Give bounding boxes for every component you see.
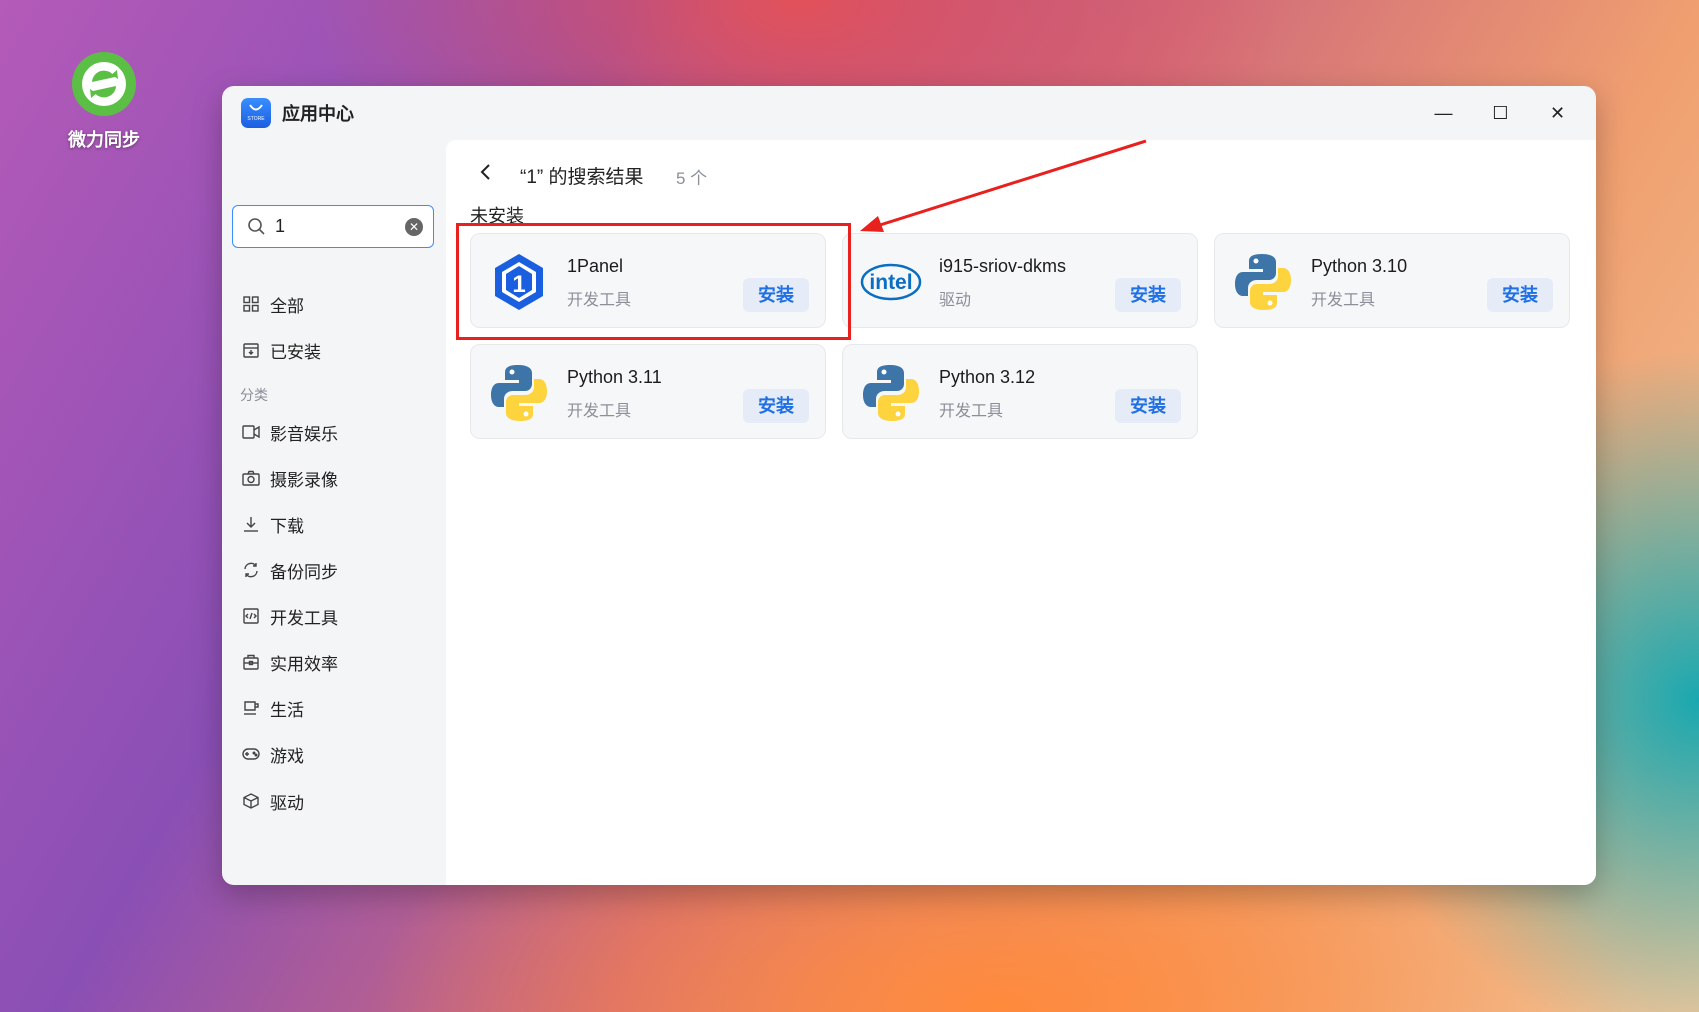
close-button[interactable]: ✕ (1529, 96, 1586, 130)
grid-icon (242, 295, 260, 313)
app-card-python-3-10[interactable]: Python 3.10 开发工具 安装 (1214, 233, 1570, 328)
sync-app-icon (72, 52, 136, 116)
sidebar-item-label: 开发工具 (270, 608, 338, 628)
search-icon (248, 217, 265, 235)
desktop-shortcut-weili-sync[interactable]: 微力同步 (64, 52, 144, 152)
sync-icon (242, 561, 260, 579)
sidebar-item-label: 摄影录像 (270, 470, 338, 490)
code-icon (242, 607, 260, 625)
sidebar-item-label: 驱动 (270, 793, 304, 813)
app-category: 开发工具 (1311, 292, 1376, 309)
window-title: 应用中心 (282, 104, 354, 124)
app-card-i915-sriov-dkms[interactable]: intel i915-sriov-dkms 驱动 安装 (842, 233, 1198, 328)
python-logo-icon (1231, 250, 1295, 314)
sidebar-item-label: 游戏 (270, 746, 304, 766)
camera-icon (242, 469, 260, 487)
clear-search-icon[interactable]: ✕ (405, 218, 423, 236)
app-name: Python 3.10 (1311, 256, 1408, 276)
sidebar-item-label: 下载 (270, 516, 304, 536)
python-logo-icon (859, 361, 923, 425)
sidebar-item-backup[interactable]: 备份同步 (242, 555, 338, 585)
sidebar-item-photo[interactable]: 摄影录像 (242, 463, 338, 493)
intel-logo-icon: intel (859, 250, 923, 314)
sidebar-item-installed[interactable]: 已安装 (242, 335, 321, 365)
app-center-window: STORE 应用中心 — ☐ ✕ ✕ 全部 已安装 (222, 86, 1596, 885)
app-card-python-3-11[interactable]: Python 3.11 开发工具 安装 (470, 344, 826, 439)
chevron-left-icon (480, 164, 490, 180)
back-button[interactable] (474, 160, 498, 184)
store-logo-icon: STORE (241, 98, 271, 128)
sidebar-item-label: 已安装 (270, 342, 321, 362)
installed-icon (242, 341, 260, 359)
toolbox-icon (242, 653, 260, 671)
box-icon (242, 792, 260, 810)
python-logo-icon (487, 361, 551, 425)
install-button[interactable]: 安装 (1487, 278, 1553, 312)
minimize-icon: — (1434, 102, 1453, 123)
store-logo-text: STORE (247, 116, 265, 122)
title-bar: STORE 应用中心 — ☐ ✕ (222, 86, 1596, 140)
app-category: 驱动 (939, 292, 972, 309)
maximize-button[interactable]: ☐ (1472, 96, 1529, 130)
app-name: Python 3.11 (567, 367, 662, 387)
cup-icon (242, 699, 260, 717)
sidebar-item-media[interactable]: 影音娱乐 (242, 417, 338, 447)
app-category: 开发工具 (939, 403, 1004, 420)
sidebar: ✕ 全部 已安装 分类 影音娱乐 摄影录像 下载 (222, 140, 446, 885)
sidebar-item-label: 备份同步 (270, 562, 338, 582)
desktop-shortcut-label: 微力同步 (68, 130, 140, 150)
app-name: i915-sriov-dkms (939, 256, 1067, 276)
sidebar-item-life[interactable]: 生活 (242, 693, 304, 723)
app-name: Python 3.12 (939, 367, 1036, 387)
sidebar-item-all[interactable]: 全部 (242, 289, 304, 319)
gamepad-icon (242, 745, 260, 763)
install-button[interactable]: 安装 (1115, 389, 1181, 423)
search-results-title: “1” 的搜索结果 (520, 167, 644, 188)
sidebar-item-devtools[interactable]: 开发工具 (242, 601, 338, 631)
search-results-count: 5 个 (676, 169, 708, 188)
highlight-box-annotation (456, 223, 851, 340)
video-icon (242, 423, 260, 441)
install-button[interactable]: 安装 (1115, 278, 1181, 312)
install-button[interactable]: 安装 (743, 389, 809, 423)
search-field[interactable]: ✕ (232, 205, 434, 248)
maximize-icon: ☐ (1492, 102, 1509, 123)
sidebar-item-label: 全部 (270, 296, 304, 316)
svg-text:intel: intel (869, 271, 912, 294)
sidebar-item-drivers[interactable]: 驱动 (242, 786, 304, 816)
search-input[interactable] (273, 215, 397, 238)
category-section-label: 分类 (240, 387, 268, 403)
app-card-python-3-12[interactable]: Python 3.12 开发工具 安装 (842, 344, 1198, 439)
minimize-button[interactable]: — (1415, 96, 1472, 130)
sidebar-item-games[interactable]: 游戏 (242, 739, 304, 769)
sidebar-item-download[interactable]: 下载 (242, 509, 304, 539)
download-icon (242, 515, 260, 533)
sidebar-item-utility[interactable]: 实用效率 (242, 647, 338, 677)
sidebar-item-label: 生活 (270, 700, 304, 720)
sidebar-item-label: 影音娱乐 (270, 424, 338, 444)
close-icon: ✕ (1549, 102, 1566, 123)
sidebar-item-label: 实用效率 (270, 654, 338, 674)
app-category: 开发工具 (567, 403, 632, 420)
